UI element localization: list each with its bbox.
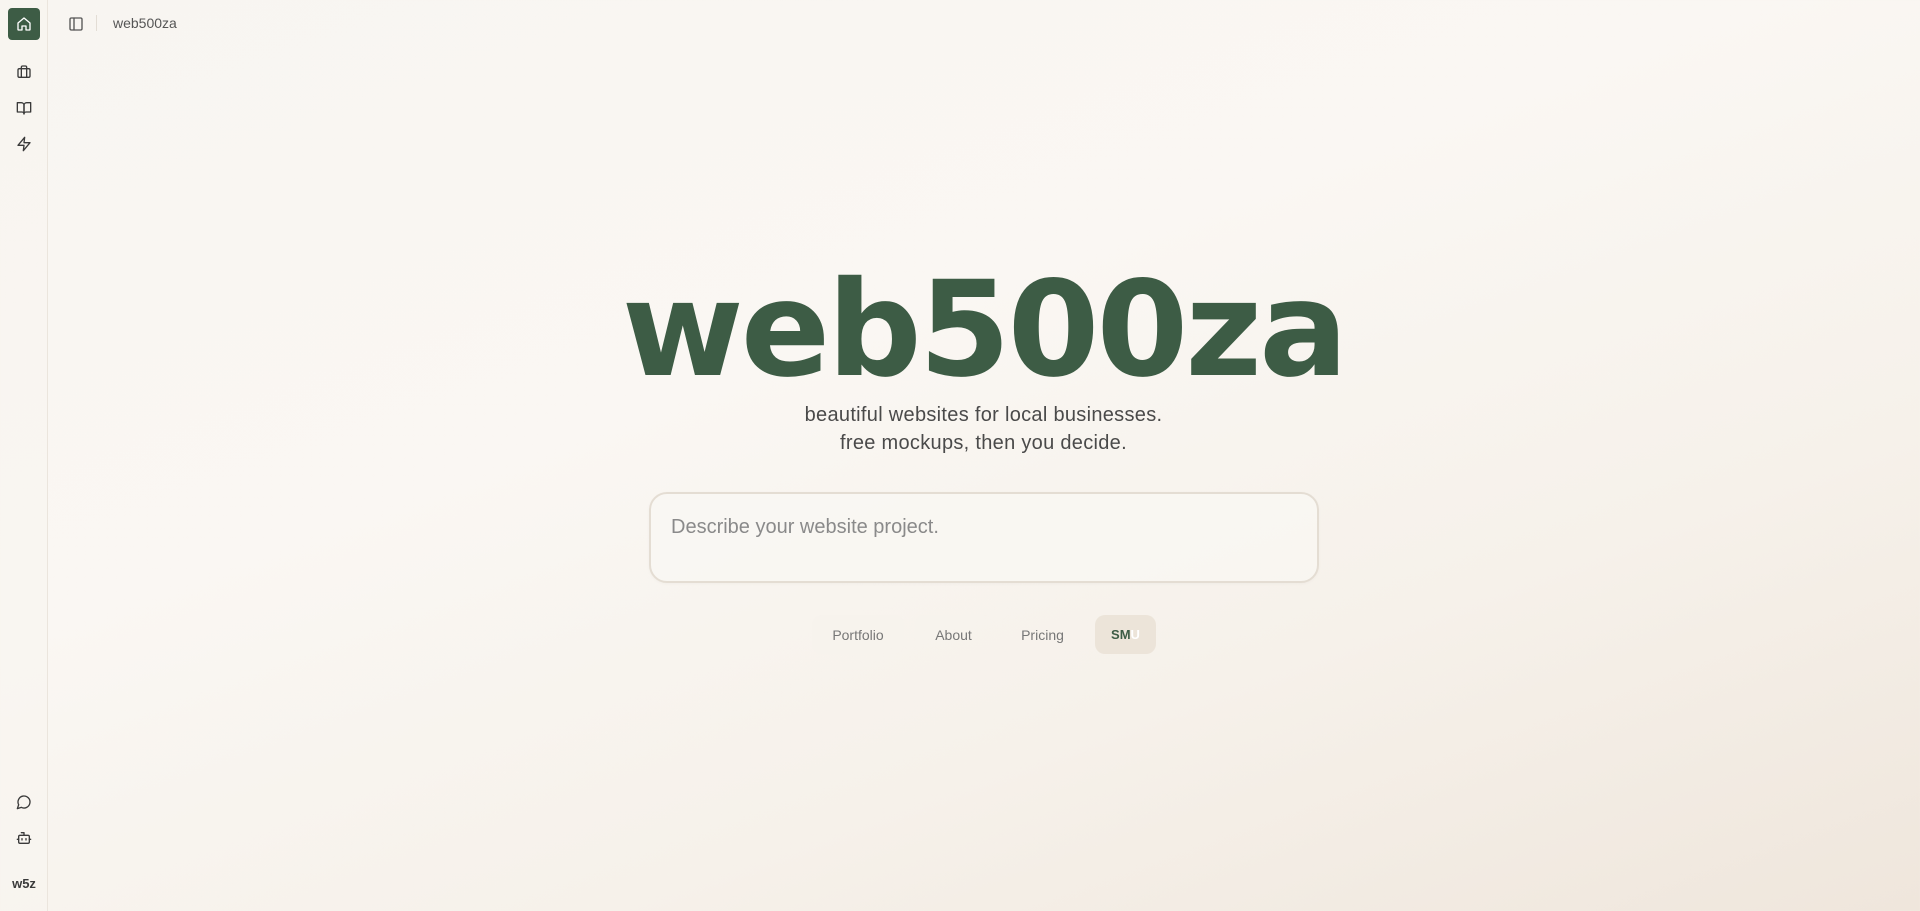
sidebar-item-bot[interactable] — [12, 826, 36, 850]
briefcase-icon — [17, 65, 31, 78]
hero-title: web500za — [621, 253, 1348, 407]
smu-label: SM — [1111, 627, 1131, 642]
prompt-box — [649, 492, 1319, 583]
bot-icon — [16, 832, 32, 844]
breadcrumb-title: web500za — [113, 15, 177, 31]
sidebar-toggle-button[interactable] — [64, 12, 88, 36]
hero-subtitle-line-2: free mockups, then you decide. — [840, 432, 1127, 454]
about-button[interactable]: About — [915, 615, 992, 654]
sidebar-item-about[interactable] — [12, 96, 36, 120]
brand-short-logo[interactable]: w5z — [0, 876, 48, 891]
top-divider — [96, 15, 97, 31]
panel-left-icon — [69, 17, 83, 31]
sidebar-item-home[interactable] — [8, 8, 40, 40]
zap-icon — [17, 136, 31, 152]
pricing-button[interactable]: Pricing — [1002, 615, 1083, 654]
smu-label-fade: U — [1130, 627, 1140, 642]
sidebar: w5z — [0, 0, 48, 911]
portfolio-button[interactable]: Portfolio — [812, 615, 904, 654]
project-description-input[interactable] — [671, 512, 1291, 542]
message-circle-icon — [16, 795, 31, 810]
home-icon — [17, 17, 31, 31]
smu-button[interactable]: SM U — [1095, 615, 1156, 654]
hero-subtitle-line-1: beautiful websites for local businesses. — [804, 404, 1163, 426]
sidebar-item-portfolio[interactable] — [12, 60, 36, 84]
book-open-icon — [16, 102, 32, 115]
sidebar-item-chat[interactable] — [12, 790, 36, 814]
sidebar-item-pricing[interactable] — [12, 132, 36, 156]
